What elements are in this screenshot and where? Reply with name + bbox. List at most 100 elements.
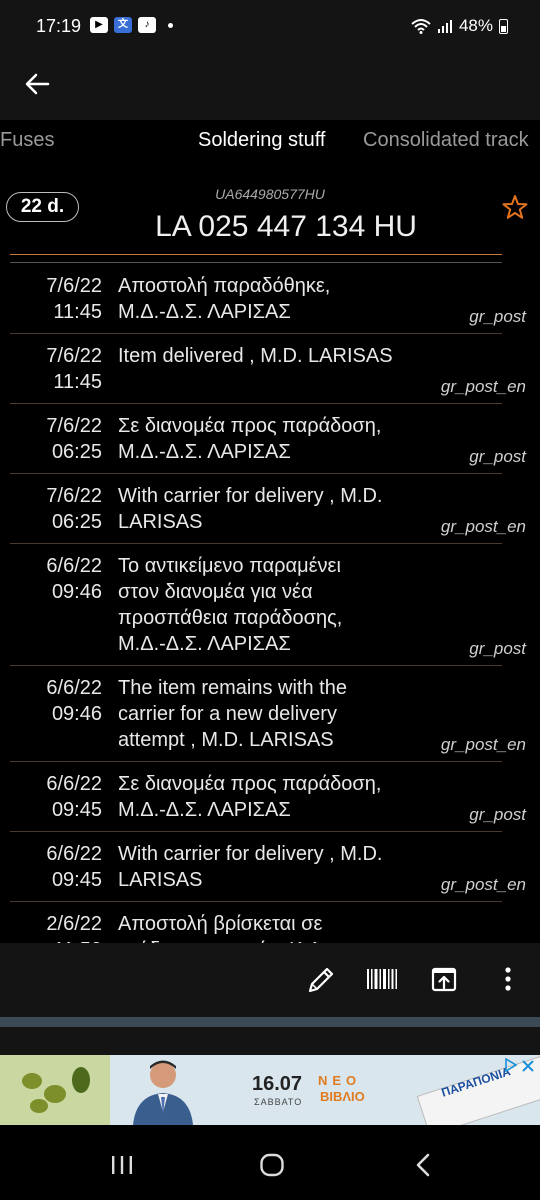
event-message-line: LARISAS xyxy=(118,511,203,533)
barcode-icon[interactable] xyxy=(364,961,400,997)
event-message-line: attempt , M.D. LARISAS xyxy=(118,729,334,751)
olive-shape xyxy=(22,1073,42,1089)
tracking-event-row[interactable]: 6/6/22 09:45 With carrier for delivery , M… xyxy=(10,832,526,902)
event-message: With carrier for delivery , M.D. LARISAS xyxy=(118,483,418,535)
event-message-line: Σε διανομέα προς παράδοση, xyxy=(118,415,382,437)
ad-person-image xyxy=(133,1060,193,1125)
adchoices-icon[interactable] xyxy=(504,1058,518,1072)
event-time: 11:45 xyxy=(53,301,102,323)
tab-fuses[interactable]: Fuses xyxy=(0,129,54,152)
event-date: 7/6/22 xyxy=(46,415,102,437)
event-datetime: 7/6/22 06:25 xyxy=(10,483,102,535)
tracking-event-row[interactable]: 6/6/22 09:45 Σε διανομέα προς παράδοση, Μ.Δ… xyxy=(10,762,526,832)
tracking-event-row[interactable]: 6/6/22 09:46 Το αντικείμενο παραμένει στον … xyxy=(10,544,526,666)
home-icon[interactable] xyxy=(258,1151,286,1179)
tracking-event-row[interactable]: 7/6/22 06:25 Σε διανομέα προς παράδοση, Μ.Δ… xyxy=(10,404,526,474)
event-source: gr_post_en xyxy=(440,875,526,894)
status-time: 17:19 xyxy=(36,16,82,36)
event-datetime: 6/6/22 09:46 xyxy=(10,675,102,727)
tracking-event-row[interactable]: 7/6/22 11:45 Item delivered , M.D. LARISAS… xyxy=(10,334,526,404)
event-date: 6/6/22 xyxy=(46,843,102,865)
event-message-line: Αποστολή παραδόθηκε, xyxy=(118,275,331,297)
event-message: Αποστολή παραδόθηκε, Μ.Δ.-Δ.Σ. ΛΑΡΙΣΑΣ xyxy=(118,273,418,325)
event-message: With carrier for delivery , M.D. LARISAS xyxy=(118,841,418,893)
olive-shape xyxy=(30,1099,48,1113)
event-source: gr_post_en xyxy=(440,377,526,396)
more-vert-icon[interactable] xyxy=(490,961,526,997)
event-source: gr_post_en xyxy=(440,517,526,536)
ad-word-new: ΝΕΟ xyxy=(318,1073,362,1088)
bottom-toolbar xyxy=(0,943,540,1017)
battery-icon xyxy=(499,18,508,34)
event-message-line: στον διανομέα για νέα xyxy=(118,581,313,603)
event-message: Item delivered , M.D. LARISAS xyxy=(118,343,418,395)
tracking-events-list[interactable]: 7/6/22 11:45 Αποστολή παραδόθηκε, Μ.Δ.-Δ.Σ.… xyxy=(0,264,540,944)
ad-close-icon[interactable] xyxy=(520,1058,536,1074)
event-datetime: 6/6/22 09:45 xyxy=(10,841,102,893)
youtube-icon: ▶ xyxy=(90,17,108,33)
tab-bar: Fuses Soldering stuff Consolidated track xyxy=(0,120,540,164)
status-bar: 17:19 ▶ 文 ♪ 48% xyxy=(0,0,540,56)
event-date: 6/6/22 xyxy=(46,555,102,577)
event-date: 2/6/22 xyxy=(46,913,102,935)
event-message: Σε διανομέα προς παράδοση, Μ.Δ.-Δ.Σ. ΛΑΡΙ… xyxy=(118,771,418,823)
status-right: 48% xyxy=(411,16,508,36)
event-time: 09:46 xyxy=(51,703,102,725)
event-time: 09:45 xyxy=(51,869,102,891)
event-time: 06:25 xyxy=(51,511,102,533)
app-icon: 文 xyxy=(114,17,132,33)
tracking-event-row[interactable]: 6/6/22 09:46 The item remains with the carr… xyxy=(10,666,526,762)
ad-spacer xyxy=(0,1027,540,1055)
event-message-line: Μ.Δ.-Δ.Σ. ΛΑΡΙΣΑΣ xyxy=(118,301,291,323)
notification-icons: ▶ 文 ♪ xyxy=(90,17,173,33)
event-message-line: The item remains with the xyxy=(118,677,347,699)
tracking-number: LA 025 447 134 HU xyxy=(155,210,417,243)
wifi-icon xyxy=(411,19,431,34)
back-nav-icon[interactable] xyxy=(410,1151,438,1179)
event-date: 6/6/22 xyxy=(46,773,102,795)
tab-consolidated-track[interactable]: Consolidated track xyxy=(363,129,529,152)
ad-food-image xyxy=(0,1055,110,1125)
system-nav-bar xyxy=(0,1125,540,1200)
event-message-line xyxy=(118,369,418,395)
tracking-event-row[interactable]: 2/6/2211:59 Αποστολή βρίσκεται σεστάδιο μ… xyxy=(10,902,502,944)
event-date: 7/6/22 xyxy=(46,345,102,367)
event-message: The item remains with the carrier for a n… xyxy=(118,675,418,753)
event-message: Σε διανομέα προς παράδοση, Μ.Δ.-Δ.Σ. ΛΑΡΙ… xyxy=(118,413,418,465)
tracking-event-row[interactable]: 7/6/22 11:45 Αποστολή παραδόθηκε, Μ.Δ.-Δ.Σ.… xyxy=(10,264,526,334)
back-arrow-icon[interactable] xyxy=(22,68,54,100)
recent-apps-icon[interactable] xyxy=(108,1151,136,1179)
star-icon[interactable] xyxy=(502,194,528,220)
event-source: gr_post xyxy=(469,447,526,466)
event-message-line: Σε διανομέα προς παράδοση, xyxy=(118,773,382,795)
event-source: gr_post_en xyxy=(440,735,526,754)
more-notifications-dot xyxy=(168,22,173,28)
tracking-header: 22 d. UA644980577HU LA 025 447 134 HU xyxy=(0,164,540,263)
ad-banner[interactable]: 16.07 ΣΑΒΒΑΤΟ ΝΕΟ ΒΙΒΛΙΟ ΠΑΡΑΠΟΝΙΑ xyxy=(0,1055,540,1125)
event-datetime: 2/6/2211:59 xyxy=(10,911,102,944)
event-datetime: 7/6/22 06:25 xyxy=(10,413,102,465)
olive-shape xyxy=(44,1085,66,1103)
event-datetime: 7/6/22 11:45 xyxy=(10,273,102,325)
event-time: 11:45 xyxy=(53,371,102,393)
event-message-line: With carrier for delivery , M.D. xyxy=(118,843,383,865)
event-message-line: With carrier for delivery , M.D. xyxy=(118,485,383,507)
tab-soldering-stuff[interactable]: Soldering stuff xyxy=(198,129,326,152)
open-external-icon[interactable] xyxy=(426,961,462,997)
app-bar xyxy=(0,56,540,120)
event-message-line: carrier for a new delivery xyxy=(118,703,337,725)
event-message-line: Item delivered , M.D. LARISAS xyxy=(118,345,393,367)
event-message-line: Αποστολή βρίσκεται σε xyxy=(118,913,323,935)
toolbar-separator xyxy=(0,1017,540,1027)
edit-pencil-icon[interactable] xyxy=(302,961,338,997)
event-message-line: LARISAS xyxy=(118,869,203,891)
header-divider xyxy=(10,254,502,255)
event-datetime: 7/6/22 11:45 xyxy=(10,343,102,395)
event-message-line: Μ.Δ.-Δ.Σ. ΛΑΡΙΣΑΣ xyxy=(118,799,291,821)
event-datetime: 6/6/22 09:46 xyxy=(10,553,102,605)
ad-day: ΣΑΒΒΑΤΟ xyxy=(254,1097,303,1107)
event-date: 7/6/22 xyxy=(46,275,102,297)
ad-word-book: ΒΙΒΛΙΟ xyxy=(320,1089,365,1104)
event-message: Αποστολή βρίσκεται σεστάδιο μεταφοράς, Κ… xyxy=(118,911,418,944)
tracking-event-row[interactable]: 7/6/22 06:25 With carrier for delivery , M… xyxy=(10,474,526,544)
